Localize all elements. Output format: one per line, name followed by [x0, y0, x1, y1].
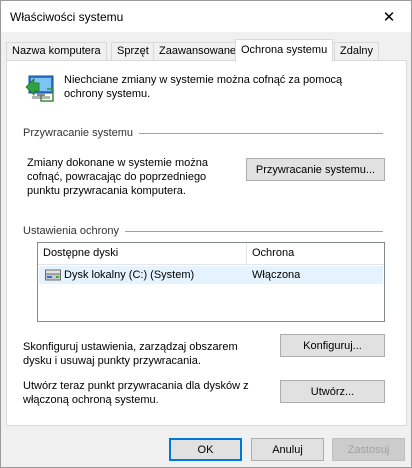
- system-properties-window: Właściwości systemu ✕ Nazwa komputera Sp…: [0, 0, 412, 468]
- tab-strip: Nazwa komputera Sprzęt Zaawansowane Ochr…: [1, 39, 411, 62]
- protection-section-label: Ustawienia ochrony: [23, 225, 125, 237]
- configure-button[interactable]: Konfiguruj...: [280, 334, 385, 357]
- tab-system-protection[interactable]: Ochrona systemu: [235, 39, 334, 62]
- restore-description: Zmiany dokonane w systemie można cofnąć,…: [27, 157, 208, 197]
- create-description: Utwórz teraz punkt przywracania dla dysk…: [23, 380, 249, 406]
- window-title: Właściwości systemu: [10, 10, 124, 24]
- drives-list[interactable]: Dostępne dyski Ochrona Dysk lokalny (C:)…: [37, 242, 385, 322]
- cancel-button[interactable]: Anuluj: [251, 438, 324, 461]
- system-protection-icon: [25, 75, 54, 102]
- create-button[interactable]: Utwórz...: [280, 380, 385, 403]
- local-disk-icon: [45, 269, 61, 281]
- restore-section-label: Przywracanie systemu: [23, 127, 140, 139]
- column-available-drives[interactable]: Dostępne dyski: [43, 247, 118, 259]
- title-bar: Właściwości systemu ✕: [1, 1, 411, 32]
- column-separator[interactable]: [246, 243, 247, 265]
- intro-text: Niechciane zmiany w systemie można cofną…: [64, 74, 343, 100]
- apply-button[interactable]: Zastosuj: [332, 438, 405, 461]
- ok-button[interactable]: OK: [169, 438, 242, 461]
- system-restore-button[interactable]: Przywracanie systemu...: [246, 158, 385, 181]
- tab-hardware[interactable]: Sprzęt: [111, 42, 155, 61]
- tab-computer-name[interactable]: Nazwa komputera: [6, 42, 107, 61]
- tab-advanced[interactable]: Zaawansowane: [153, 42, 243, 61]
- system-protection-panel: Niechciane zmiany w systemie można cofną…: [6, 60, 407, 426]
- tab-remote[interactable]: Zdalny: [334, 42, 380, 61]
- column-protection[interactable]: Ochrona: [252, 247, 294, 259]
- close-icon[interactable]: ✕: [367, 1, 411, 32]
- drives-list-header: Dostępne dyski Ochrona: [38, 243, 384, 265]
- dialog-buttons: OK Anuluj Zastosuj: [1, 427, 411, 467]
- configure-description: Skonfiguruj ustawienia, zarządzaj obszar…: [23, 341, 238, 367]
- drive-name: Dysk lokalny (C:) (System): [64, 269, 195, 281]
- table-row[interactable]: Dysk lokalny (C:) (System) Włączona: [39, 266, 383, 284]
- drive-protection-status: Włączona: [252, 269, 301, 281]
